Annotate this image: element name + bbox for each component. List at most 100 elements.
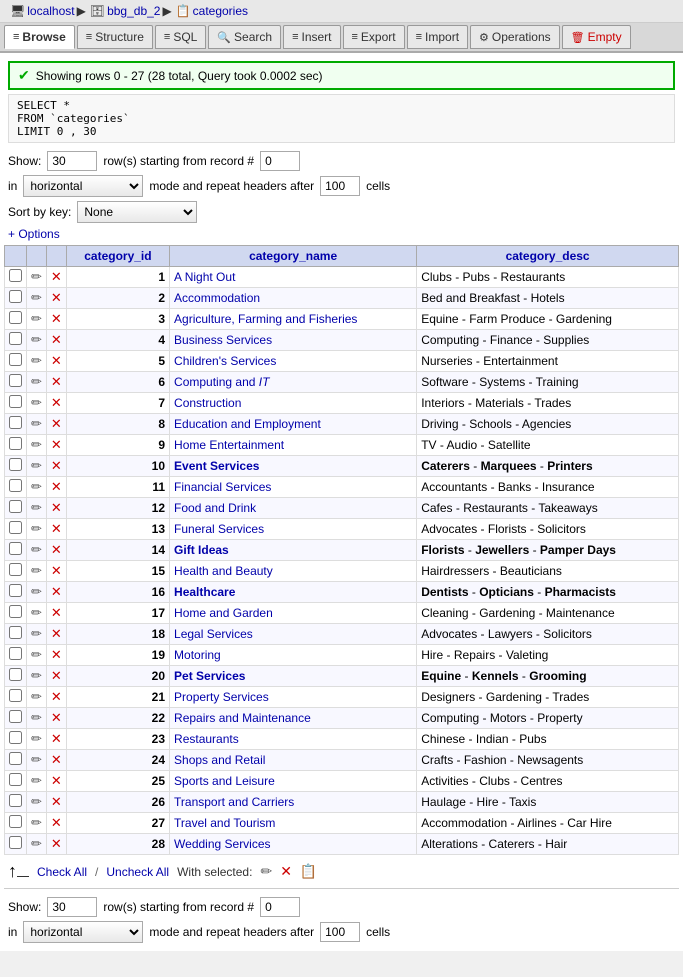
row-checkbox[interactable] [9,584,22,597]
name-link[interactable]: Agriculture, Farming and Fisheries [174,312,357,326]
row-checkbox[interactable] [9,500,22,513]
row-checkbox[interactable] [9,563,22,576]
row-checkbox[interactable] [9,836,22,849]
tab-import[interactable]: ≡ Import [407,25,468,49]
delete-icon[interactable]: ✕ [51,626,62,641]
edit-icon[interactable]: ✏ [31,710,42,725]
delete-icon[interactable]: ✕ [51,374,62,389]
name-link[interactable]: Restaurants [174,732,239,746]
col-id[interactable]: category_id [66,246,169,267]
delete-icon[interactable]: ✕ [51,542,62,557]
edit-icon[interactable]: ✏ [31,731,42,746]
name-link[interactable]: Health and Beauty [174,564,273,578]
record-input-bot[interactable] [260,897,300,917]
edit-icon[interactable]: ✏ [31,458,42,473]
tab-search[interactable]: 🔍 Search [208,25,281,49]
name-link[interactable]: Pet Services [174,669,245,683]
edit-icon[interactable]: ✏ [31,332,42,347]
edit-icon[interactable]: ✏ [31,836,42,851]
name-link[interactable]: Business Services [174,333,272,347]
delete-icon[interactable]: ✕ [51,794,62,809]
row-checkbox[interactable] [9,479,22,492]
name-link[interactable]: Construction [174,396,241,410]
delete-icon[interactable]: ✕ [51,332,62,347]
record-input[interactable] [260,151,300,171]
edit-icon[interactable]: ✏ [31,584,42,599]
delete-icon[interactable]: ✕ [51,353,62,368]
name-link[interactable]: Sports and Leisure [174,774,275,788]
row-checkbox[interactable] [9,626,22,639]
edit-icon[interactable]: ✏ [31,395,42,410]
edit-icon[interactable]: ✏ [31,794,42,809]
delete-icon[interactable]: ✕ [51,605,62,620]
name-link[interactable]: Legal Services [174,627,253,641]
edit-icon[interactable]: ✏ [31,416,42,431]
name-link[interactable]: Children's Services [174,354,276,368]
edit-icon[interactable]: ✏ [31,437,42,452]
tab-sql[interactable]: ≡ SQL [155,25,206,49]
check-all-link[interactable]: Check All [37,865,87,879]
row-checkbox[interactable] [9,290,22,303]
delete-icon[interactable]: ✕ [51,311,62,326]
tab-insert[interactable]: ≡ Insert [283,25,340,49]
row-checkbox[interactable] [9,353,22,366]
row-checkbox[interactable] [9,437,22,450]
row-checkbox[interactable] [9,794,22,807]
edit-icon[interactable]: ✏ [31,290,42,305]
options-link[interactable]: + Options [8,227,675,241]
uncheck-all-link[interactable]: Uncheck All [106,865,169,879]
name-link[interactable]: Accommodation [174,291,260,305]
delete-icon[interactable]: ✕ [51,563,62,578]
edit-icon[interactable]: ✏ [31,521,42,536]
row-checkbox[interactable] [9,374,22,387]
delete-icon[interactable]: ✕ [51,836,62,851]
breadcrumb-localhost[interactable]: localhost [27,4,74,18]
delete-icon[interactable]: ✕ [51,584,62,599]
edit-icon[interactable]: ✏ [31,752,42,767]
name-link[interactable]: Transport and Carriers [174,795,294,809]
name-link[interactable]: Wedding Services [174,837,271,851]
delete-icon[interactable]: ✕ [51,458,62,473]
delete-icon[interactable]: ✕ [51,479,62,494]
edit-icon[interactable]: ✏ [31,605,42,620]
col-desc[interactable]: category_desc [417,246,679,267]
edit-icon[interactable]: ✏ [31,647,42,662]
edit-icon[interactable]: ✏ [31,626,42,641]
name-link[interactable]: Home and Garden [174,606,273,620]
name-link[interactable]: Financial Services [174,480,271,494]
row-checkbox[interactable] [9,689,22,702]
name-link[interactable]: Repairs and Maintenance [174,711,311,725]
delete-icon[interactable]: ✕ [51,668,62,683]
tab-operations[interactable]: ⚙ Operations [470,25,560,49]
delete-icon[interactable]: ✕ [51,710,62,725]
name-link[interactable]: Gift Ideas [174,543,229,557]
name-link[interactable]: Healthcare [174,585,235,599]
row-checkbox[interactable] [9,269,22,282]
row-checkbox[interactable] [9,395,22,408]
delete-icon[interactable]: ✕ [51,269,62,284]
edit-icon[interactable]: ✏ [31,668,42,683]
name-link[interactable]: Food and Drink [174,501,256,515]
repeat-input[interactable] [320,176,360,196]
row-checkbox[interactable] [9,542,22,555]
edit-icon[interactable]: ✏ [31,479,42,494]
tab-browse[interactable]: ≡ Browse [4,25,75,49]
show-input[interactable] [47,151,97,171]
edit-icon[interactable]: ✏ [31,374,42,389]
name-link[interactable]: Shops and Retail [174,753,265,767]
delete-icon[interactable]: ✕ [51,290,62,305]
show-input-bot[interactable] [47,897,97,917]
row-checkbox[interactable] [9,521,22,534]
name-link[interactable]: Computing and IT [174,375,269,389]
mode-select[interactable]: horizontal vertical [23,175,143,197]
row-checkbox[interactable] [9,668,22,681]
name-link[interactable]: Property Services [174,690,269,704]
delete-icon[interactable]: ✕ [51,521,62,536]
edit-icon[interactable]: ✏ [31,815,42,830]
row-checkbox[interactable] [9,815,22,828]
edit-icon[interactable]: ✏ [31,563,42,578]
delete-icon[interactable]: ✕ [51,689,62,704]
delete-selected-icon[interactable]: ✕ [280,863,292,880]
row-checkbox[interactable] [9,731,22,744]
row-checkbox[interactable] [9,311,22,324]
